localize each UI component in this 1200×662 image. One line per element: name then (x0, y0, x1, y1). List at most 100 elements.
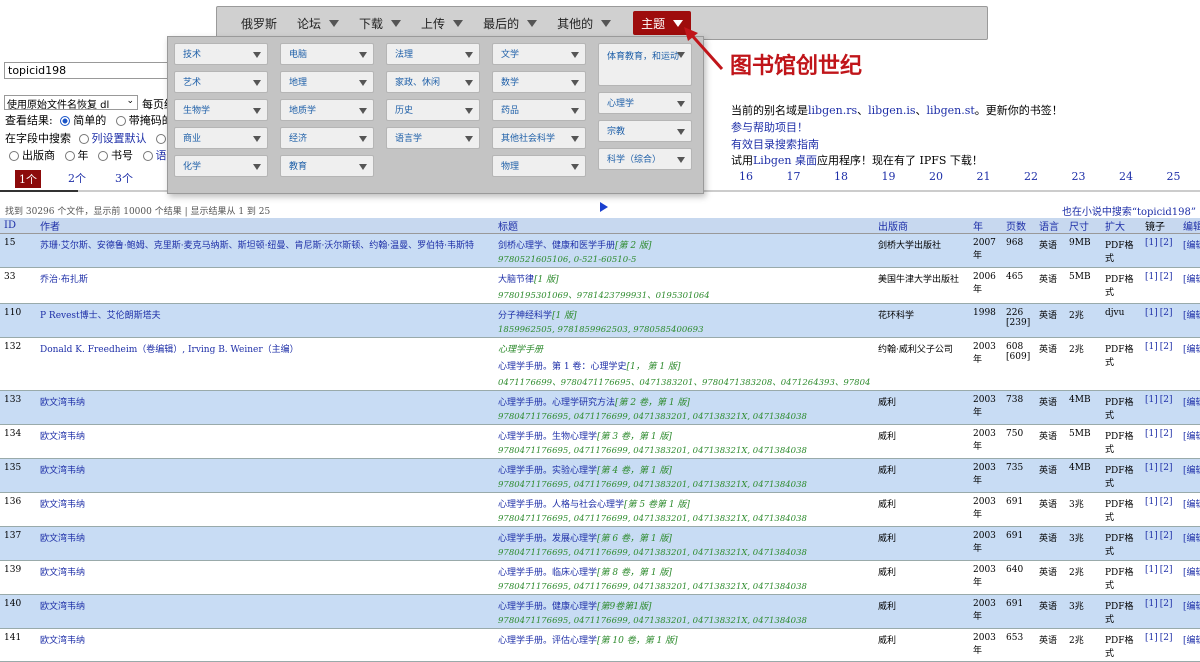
author-link[interactable]: 欧文湾韦纳 (40, 500, 85, 510)
title-link[interactable]: 大脑节律 (498, 275, 534, 285)
title-link[interactable]: 心理学手册。生物心理学 (498, 432, 597, 442)
edit-link[interactable]: [编辑] (1183, 311, 1200, 321)
topic-item[interactable]: 物理 (492, 155, 586, 177)
domain-link-is[interactable]: libgen.is (868, 104, 915, 117)
mirror-1-link[interactable]: [1] (1145, 342, 1158, 352)
edit-link[interactable]: [编辑] (1183, 602, 1200, 612)
nav-item[interactable]: 其他的 (547, 11, 621, 35)
page-link[interactable]: 25 (1167, 170, 1181, 183)
topic-item[interactable]: 化学 (174, 155, 268, 177)
search-input[interactable] (4, 62, 172, 79)
nav-item[interactable]: 论坛 (287, 11, 349, 35)
mirror-2-link[interactable]: [2] (1160, 463, 1173, 473)
page-link[interactable]: 2个 (68, 170, 86, 186)
edit-link[interactable]: [编辑] (1183, 345, 1200, 355)
topic-item[interactable]: 家政、休闲 (386, 71, 480, 93)
title-link[interactable]: 心理学手册。评估心理学 (498, 636, 597, 646)
column-header[interactable]: 作者 (36, 218, 494, 234)
title-link[interactable]: 心理学手册。第 1 卷：心理学史 (498, 362, 626, 372)
topic-item[interactable]: 体育教育，和运动 (598, 43, 692, 86)
year-radio[interactable] (64, 151, 75, 161)
title-link[interactable]: 心理学手册。临床心理学 (498, 568, 597, 578)
nav-item[interactable]: 下载 (349, 11, 411, 35)
mirror-1-link[interactable]: [1] (1145, 531, 1158, 541)
topic-item[interactable]: 其他社会科学 (492, 127, 586, 149)
mirror-1-link[interactable]: [1] (1145, 272, 1158, 282)
author-link[interactable]: 欧文湾韦纳 (40, 534, 85, 544)
edit-link[interactable]: [编辑] (1183, 466, 1200, 476)
next-page-icon[interactable] (600, 202, 608, 212)
simple-radio[interactable] (60, 116, 71, 126)
title-link[interactable]: 心理学手册。心理学研究方法 (498, 398, 615, 408)
author-link[interactable]: 欧文湾韦纳 (40, 636, 85, 646)
topic-item[interactable]: 生物学 (174, 99, 268, 121)
title-link[interactable]: 心理学手册。健康心理学 (498, 602, 597, 612)
page-link-current[interactable]: 1个 (15, 170, 41, 188)
nav-item[interactable]: 俄罗斯 (231, 11, 287, 35)
title-link[interactable]: 心理学手册。实验心理学 (498, 466, 597, 476)
column-header[interactable]: ID (0, 218, 36, 234)
mirror-2-link[interactable]: [2] (1160, 238, 1173, 248)
column-header[interactable]: 标题 (494, 218, 874, 234)
mirror-1-link[interactable]: [1] (1145, 599, 1158, 609)
column-header[interactable]: 出版商 (874, 218, 969, 234)
topic-item[interactable]: 地理 (280, 71, 374, 93)
topic-item[interactable]: 地质学 (280, 99, 374, 121)
author-link[interactable]: 欧文湾韦纳 (40, 466, 85, 476)
page-link[interactable]: 16 (739, 170, 753, 183)
filename-restore-select[interactable]: 使用原始文件名恢复 dl ⌄ (4, 95, 138, 111)
topic-item[interactable]: 科学（综合） (598, 148, 692, 170)
mirror-1-link[interactable]: [1] (1145, 308, 1158, 318)
mirror-1-link[interactable]: [1] (1145, 429, 1158, 439)
page-link[interactable]: 17 (787, 170, 801, 183)
author-link[interactable]: P Revest博士、艾伦朗斯塔夫 (40, 311, 161, 321)
mirror-2-link[interactable]: [2] (1160, 342, 1173, 352)
column-header[interactable]: 页数 (1002, 218, 1035, 234)
desktop-app-link[interactable]: Libgen 桌面 (753, 154, 817, 167)
mirror-1-link[interactable]: [1] (1145, 463, 1158, 473)
author-link[interactable]: 苏珊·艾尔斯、安德鲁·鲍姆、克里斯·麦克马纳斯、斯坦顿·纽曼、肯尼斯·沃尔斯顿、… (40, 241, 474, 251)
mirror-1-link[interactable]: [1] (1145, 497, 1158, 507)
nav-item[interactable]: 上传 (411, 11, 473, 35)
page-link[interactable]: 24 (1119, 170, 1133, 183)
series-link[interactable]: 心理学手册 (498, 345, 543, 355)
page-link[interactable]: 22 (1024, 170, 1038, 183)
topic-item[interactable]: 文学 (492, 43, 586, 65)
isbn-radio[interactable] (115, 116, 126, 126)
default-columns-label[interactable]: 列设置默认 (92, 132, 147, 145)
edit-link[interactable]: [编辑] (1183, 241, 1200, 251)
topic-item[interactable]: 技术 (174, 43, 268, 65)
edit-link[interactable]: [编辑] (1183, 568, 1200, 578)
page-link[interactable]: 21 (977, 170, 991, 183)
column-header[interactable]: 年 (969, 218, 1002, 234)
fiction-search-link[interactable]: 也在小说中搜索“topicid198” (1062, 203, 1196, 218)
topic-item[interactable]: 历史 (386, 99, 480, 121)
mirror-1-link[interactable]: [1] (1145, 633, 1158, 643)
mirror-2-link[interactable]: [2] (1160, 395, 1173, 405)
mirror-1-link[interactable]: [1] (1145, 565, 1158, 575)
edit-link[interactable]: [编辑] (1183, 500, 1200, 510)
publisher-radio[interactable] (9, 151, 19, 161)
mirror-2-link[interactable]: [2] (1160, 497, 1173, 507)
author-link[interactable]: Donald K. Freedheim（卷编辑）, Irving B. Wein… (40, 345, 299, 355)
domain-link-rs[interactable]: libgen.rs (808, 104, 857, 117)
topic-item[interactable]: 法理 (386, 43, 480, 65)
topic-item[interactable]: 药品 (492, 99, 586, 121)
column-header[interactable]: 尺寸 (1065, 218, 1101, 234)
default-columns-radio[interactable] (78, 134, 89, 144)
column-header[interactable]: 语言 (1035, 218, 1065, 234)
mirror-2-link[interactable]: [2] (1160, 429, 1173, 439)
author-link[interactable]: 乔治·布扎斯 (40, 275, 88, 285)
author-link[interactable]: 欧文湾韦纳 (40, 602, 85, 612)
column-header[interactable]: 编辑 (1179, 218, 1200, 234)
search-guide-link[interactable]: 有效目录搜索指南 (731, 138, 819, 151)
author-link[interactable]: 欧文湾韦纳 (40, 398, 85, 408)
domain-link-st[interactable]: libgen.st (927, 104, 975, 117)
join-project-link[interactable]: 参与帮助项目！ (731, 121, 808, 134)
edit-link[interactable]: [编辑] (1183, 636, 1200, 646)
page-link[interactable]: 23 (1072, 170, 1086, 183)
mirror-2-link[interactable]: [2] (1160, 272, 1173, 282)
topic-item[interactable]: 商业 (174, 127, 268, 149)
title-link[interactable]: 心理学手册。人格与社会心理学 (498, 500, 624, 510)
page-link[interactable]: 19 (882, 170, 896, 183)
